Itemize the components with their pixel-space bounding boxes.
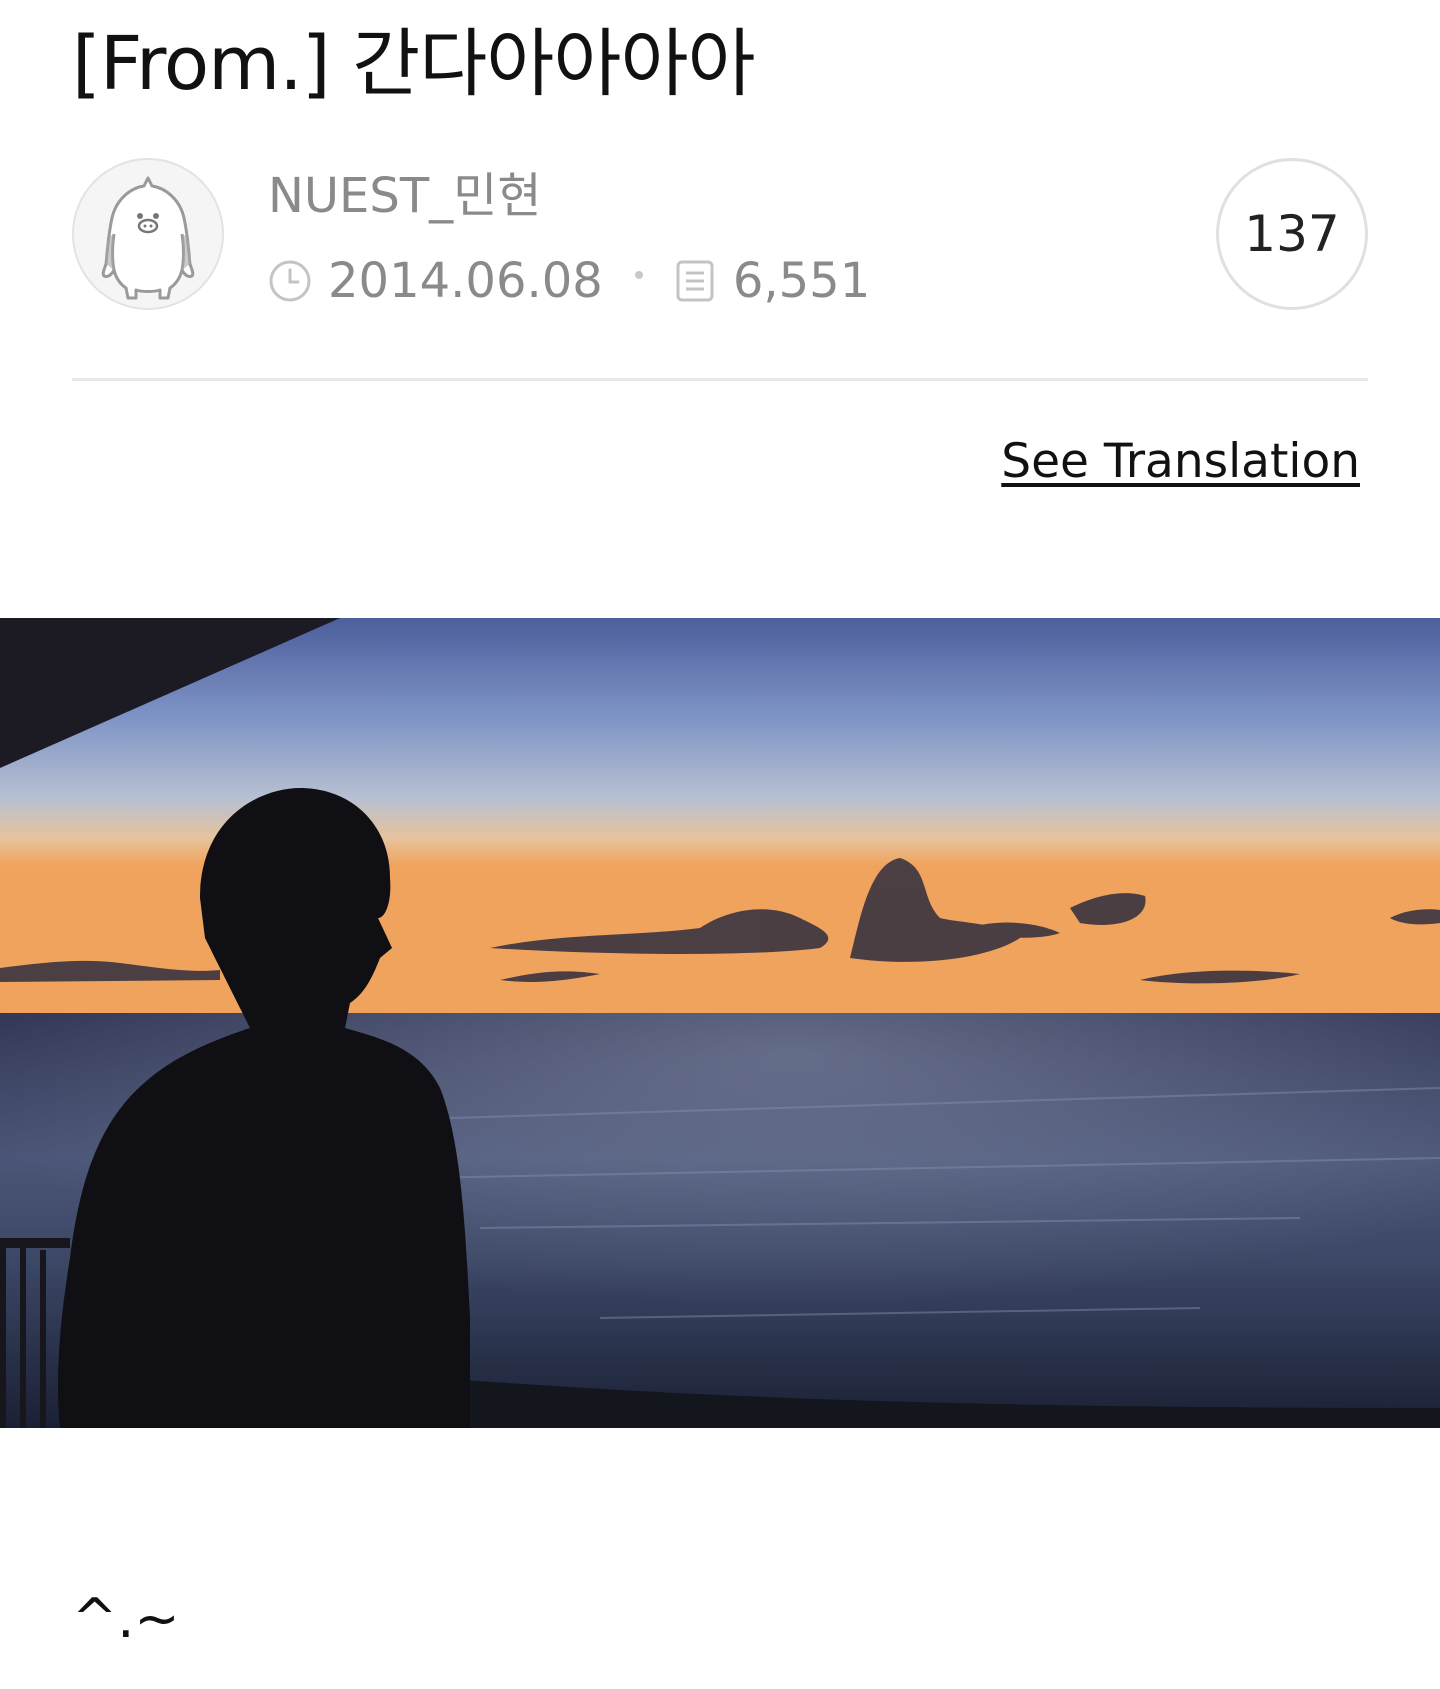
view-count: 6,551 bbox=[732, 253, 871, 309]
divider bbox=[72, 378, 1368, 381]
post-body: ^.~ bbox=[72, 1587, 180, 1650]
post-meta: 2014.06.08 6,551 bbox=[268, 250, 870, 312]
comment-count-button[interactable]: 137 bbox=[1216, 158, 1368, 310]
see-translation-link[interactable]: See Translation bbox=[1001, 432, 1360, 492]
clock-icon bbox=[268, 259, 312, 303]
post-photo[interactable] bbox=[0, 618, 1440, 1428]
sunset-sea-photo bbox=[0, 618, 1440, 1428]
author-name[interactable]: NUEST_민현 bbox=[268, 166, 541, 226]
author-block: NUEST_민현 2014.06.08 6,551 137 bbox=[72, 158, 1368, 314]
document-icon bbox=[673, 259, 717, 303]
meta-separator bbox=[634, 271, 643, 279]
penguin-mascot-icon bbox=[101, 176, 195, 300]
post-title: [From.] 간다아아아아 bbox=[72, 21, 756, 107]
avatar[interactable] bbox=[72, 158, 224, 310]
post-date: 2014.06.08 bbox=[328, 253, 603, 309]
